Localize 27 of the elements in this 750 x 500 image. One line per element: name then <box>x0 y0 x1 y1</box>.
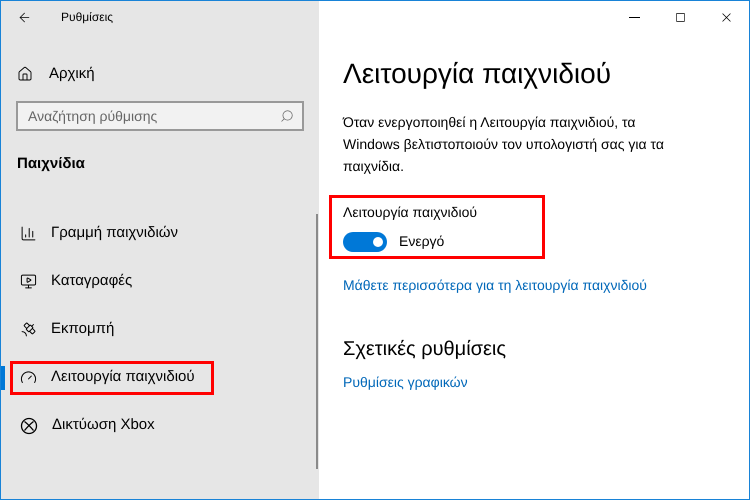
home-icon <box>17 66 33 82</box>
gauge-icon <box>20 369 37 386</box>
minimize-icon <box>628 16 640 18</box>
toggle-switch[interactable] <box>343 232 387 252</box>
toggle-label: Λειτουργία παιχνιδιού <box>343 203 478 222</box>
scrollbar[interactable] <box>316 214 318 469</box>
graphics-settings-link[interactable]: Ρυθμίσεις γραφικών <box>343 372 468 393</box>
nav-item[interactable]: Γραμμή παιχνιδιών <box>10 216 198 250</box>
learn-more-link[interactable]: Μάθετε περισσότερα για τη λειτουργία παιχνιδιού <box>343 275 647 296</box>
description: Όταν ενεργοποιηθεί η Λειτουργία παιχνιδιού, τα Windows βελτιστοποιούν τον υπολογιστή σας για τα παιχνίδια. <box>343 113 665 176</box>
nav-item[interactable]: Εκπομπή <box>10 312 134 346</box>
nav-item[interactable]: Καταγραφές <box>10 264 152 298</box>
home-item[interactable]: Αρχική <box>1 57 319 91</box>
window-title: Ρυθμίσεις <box>61 9 114 26</box>
monitor-icon <box>20 273 37 290</box>
nav-item[interactable]: Λειτουργία παιχνιδιού <box>10 360 214 394</box>
toggle-state: Ενεργό <box>399 232 444 251</box>
satellite-dish-icon <box>20 321 37 338</box>
search-field[interactable]: Αναζήτηση ρύθμισης <box>16 101 304 131</box>
nav-item[interactable]: Δικτύωση Xbox <box>10 408 174 442</box>
crossed-circle-icon <box>20 416 38 434</box>
section-heading: Παιχνίδια <box>17 154 86 174</box>
maximize-icon <box>674 12 686 22</box>
search-icon <box>280 109 294 123</box>
page-title: Λειτουργία παιχνιδιού <box>343 57 612 91</box>
bar-chart-icon <box>20 225 37 242</box>
section-heading: Σχετικές ρυθμίσεις <box>343 337 506 362</box>
